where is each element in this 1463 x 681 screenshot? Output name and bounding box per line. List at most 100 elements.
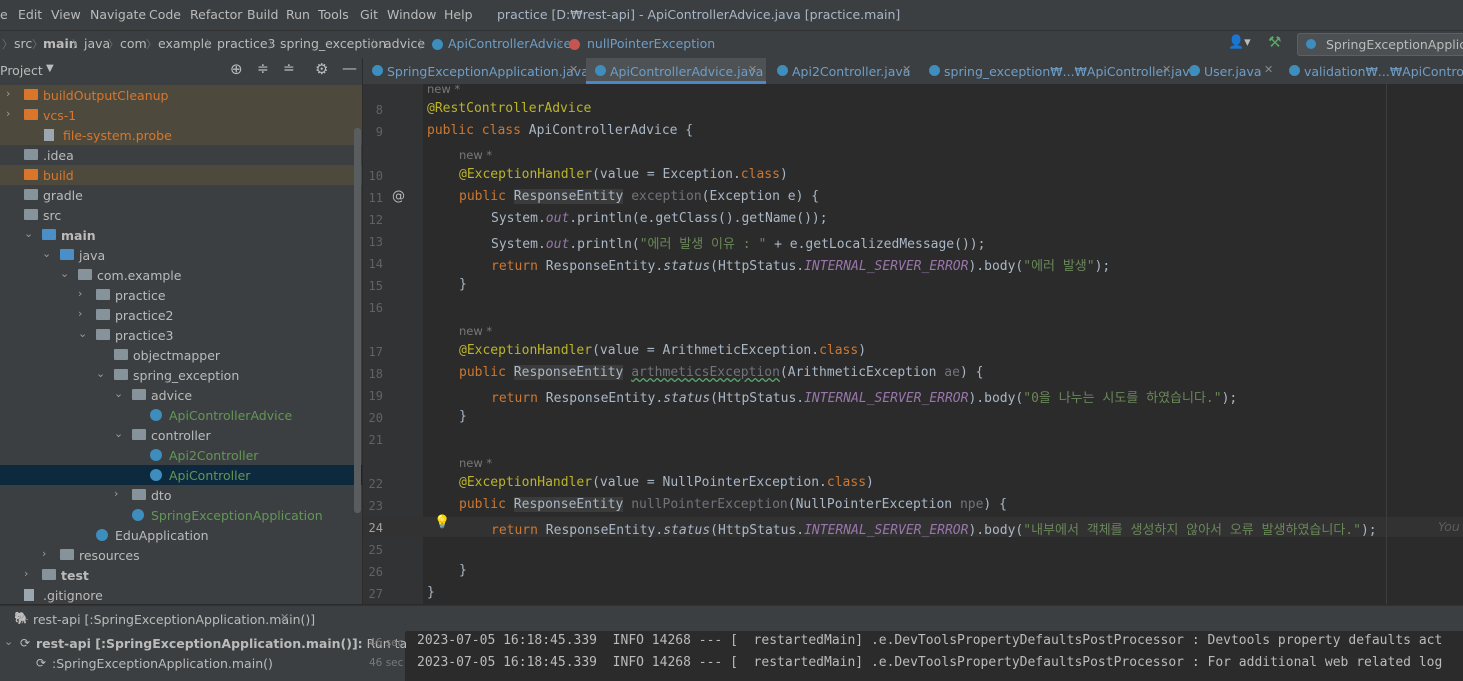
class-icon: [150, 449, 162, 461]
run-tab-label[interactable]: rest-api [:SpringExceptionApplication.ma…: [33, 612, 315, 627]
line-number: 14: [368, 257, 383, 271]
tree-item[interactable]: › resources: [0, 545, 362, 565]
dropdown-arrow-icon[interactable]: ▼: [46, 63, 54, 74]
chevron-down-icon[interactable]: ⌄: [114, 387, 123, 400]
collapse-all-icon[interactable]: ≐: [283, 61, 295, 77]
folder-icon: [114, 369, 128, 380]
tree-item[interactable]: › buildOutputCleanup: [0, 85, 362, 105]
menu-view[interactable]: View: [51, 7, 81, 22]
tree-item[interactable]: src: [0, 205, 362, 225]
tree-item[interactable]: ⌄ spring_exception: [0, 365, 362, 385]
breadcrumb-method[interactable]: nullPointerException: [587, 36, 715, 51]
gear-icon[interactable]: ⚙: [315, 60, 328, 78]
inlay-hint: new *: [459, 456, 493, 470]
close-icon[interactable]: ✕: [280, 611, 289, 624]
tree-item[interactable]: ApiController: [0, 465, 362, 485]
tree-item[interactable]: Api2Controller: [0, 445, 362, 465]
chevron-down-icon[interactable]: ⌄: [60, 267, 69, 280]
chevron-right-icon[interactable]: ›: [114, 487, 118, 500]
tree-item[interactable]: file-system.probe: [0, 125, 362, 145]
tree-item[interactable]: › vcs-1: [0, 105, 362, 125]
locate-icon[interactable]: ⊕: [230, 60, 243, 78]
tab-api2-controller[interactable]: Api2Controller.java ✕: [768, 58, 918, 84]
breadcrumb-com[interactable]: com: [120, 36, 147, 51]
tree-item[interactable]: ⌄ controller: [0, 425, 362, 445]
menu-code[interactable]: Code: [149, 7, 181, 22]
tab-user[interactable]: User.java ✕: [1180, 58, 1280, 84]
tree-item[interactable]: ⌄ advice: [0, 385, 362, 405]
folder-icon: [24, 169, 38, 180]
chevron-down-icon[interactable]: ⌄: [4, 635, 13, 648]
tab-api-controller-advice[interactable]: ApiControllerAdvice.java ✕: [586, 58, 766, 84]
breadcrumb-java[interactable]: java: [84, 36, 110, 51]
tree-item-label: .idea: [43, 148, 74, 163]
lightbulb-icon[interactable]: 💡: [434, 515, 450, 530]
chevron-down-icon[interactable]: ⌄: [42, 247, 51, 260]
project-panel-title[interactable]: Project: [0, 63, 43, 78]
tree-item[interactable]: gradle: [0, 185, 362, 205]
close-icon[interactable]: ✕: [569, 63, 578, 76]
menu-tools[interactable]: Tools: [318, 7, 349, 22]
hammer-icon[interactable]: ⚒: [1268, 33, 1281, 51]
breadcrumb-class[interactable]: ApiControllerAdvice: [448, 36, 571, 51]
menu-window[interactable]: Window: [387, 7, 436, 22]
breadcrumb-spring-exception[interactable]: spring_exception: [280, 36, 386, 51]
run-tree-child[interactable]: :SpringExceptionApplication.main(): [52, 656, 273, 671]
expand-all-icon[interactable]: ≑: [257, 61, 269, 77]
chevron-down-icon[interactable]: ⌄: [114, 427, 123, 440]
tree-item[interactable]: ⌄ java: [0, 245, 362, 265]
chevron-right-icon[interactable]: ›: [78, 307, 82, 320]
run-config-select[interactable]: SpringExceptionApplicatio: [1297, 33, 1463, 56]
menu-file[interactable]: e: [0, 7, 8, 22]
tree-item[interactable]: › test: [0, 565, 362, 585]
breadcrumb-example[interactable]: example: [158, 36, 212, 51]
breadcrumb-src[interactable]: src: [14, 36, 32, 51]
menu-refactor[interactable]: Refactor: [190, 7, 242, 22]
tree-item[interactable]: build: [0, 165, 362, 185]
class-icon: [372, 65, 383, 76]
tree-item[interactable]: .gitignore: [0, 585, 362, 604]
chevron-right-icon[interactable]: ›: [78, 287, 82, 300]
close-icon[interactable]: ✕: [1264, 63, 1273, 76]
close-icon[interactable]: ✕: [1162, 63, 1171, 76]
tree-item[interactable]: EduApplication: [0, 525, 362, 545]
tree-item[interactable]: ⌄ main: [0, 225, 362, 245]
tree-item[interactable]: ApiControllerAdvice: [0, 405, 362, 425]
tree-item[interactable]: › practice2: [0, 305, 362, 325]
chevron-right-icon[interactable]: ›: [42, 547, 46, 560]
tree-item[interactable]: .idea: [0, 145, 362, 165]
breadcrumb-practice3[interactable]: practice3: [217, 36, 276, 51]
tab-spring-exception-application[interactable]: SpringExceptionApplication.java ✕: [363, 58, 589, 84]
chevron-right-icon[interactable]: ›: [6, 87, 10, 100]
menu-git[interactable]: Git: [360, 7, 378, 22]
tree-item[interactable]: › dto: [0, 485, 362, 505]
close-icon[interactable]: ✕: [748, 63, 757, 76]
chevron-right-icon[interactable]: ›: [24, 567, 28, 580]
tab-validation-api-controller[interactable]: validation₩...₩ApiController.java: [1280, 58, 1463, 84]
chevron-down-icon[interactable]: ⌄: [78, 327, 87, 340]
tree-item[interactable]: SpringExceptionApplication: [0, 505, 362, 525]
menu-navigate[interactable]: Navigate: [90, 7, 146, 22]
at-sign-icon[interactable]: @: [392, 189, 405, 204]
close-icon[interactable]: ✕: [902, 63, 911, 76]
chevron-down-icon[interactable]: ⌄: [24, 227, 33, 240]
tree-item[interactable]: › practice: [0, 285, 362, 305]
tree-item-label: java: [79, 248, 106, 263]
tree-scrollbar[interactable]: [354, 128, 361, 513]
minimize-icon[interactable]: —: [342, 59, 357, 77]
tree-item[interactable]: ⌄ com.example: [0, 265, 362, 285]
chevron-down-icon[interactable]: ⌄: [96, 367, 105, 380]
chevron-right-icon[interactable]: ›: [6, 107, 10, 120]
folder-icon: [24, 109, 38, 120]
user-icon[interactable]: 👤▾: [1228, 35, 1251, 50]
menu-edit[interactable]: Edit: [18, 7, 42, 22]
tree-item[interactable]: ⌄ practice3: [0, 325, 362, 345]
tree-item-label: file-system.probe: [63, 128, 172, 143]
chevron-right-icon: 〉: [268, 38, 279, 51]
menu-help[interactable]: Help: [444, 7, 473, 22]
tab-spring-exception-api-controller[interactable]: spring_exception₩...₩ApiController.java …: [920, 58, 1197, 84]
menu-run[interactable]: Run: [286, 7, 310, 22]
run-icon: 🐘: [14, 611, 29, 625]
menu-build[interactable]: Build: [247, 7, 278, 22]
tree-item[interactable]: objectmapper: [0, 345, 362, 365]
